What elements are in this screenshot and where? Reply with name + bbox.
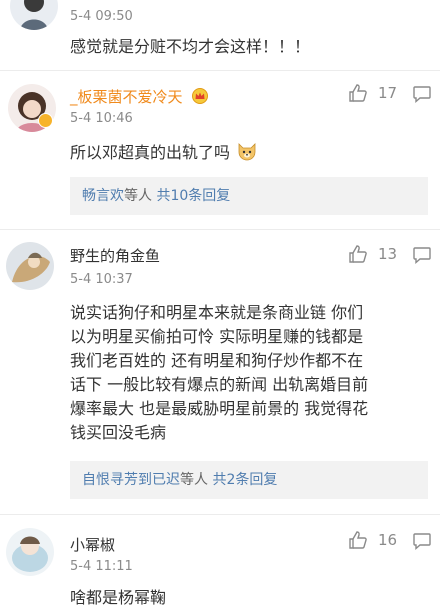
- thumbs-up-icon: [349, 245, 367, 263]
- comment-time: 5-4 11:11: [70, 559, 133, 574]
- comment-line: 我们老百姓的 还有明星和狗仔炒作都不在: [70, 351, 364, 370]
- like-count: 17: [378, 84, 398, 102]
- username[interactable]: 小幂椒: [70, 534, 115, 555]
- comment-button[interactable]: [412, 245, 432, 265]
- comment-text: 啥都是杨幂鞠: [70, 588, 167, 607]
- speech-bubble-icon: [413, 533, 431, 551]
- comment-text: 感觉就是分赃不均才会这样！！！: [70, 37, 311, 56]
- verified-badge-icon: [38, 113, 53, 128]
- reply-suffix: 等人: [180, 472, 213, 488]
- divider: [0, 70, 440, 71]
- comment-time: 5-4 10:46: [70, 111, 133, 126]
- reply-users[interactable]: 畅言欢: [82, 188, 124, 204]
- comment-button[interactable]: [412, 531, 432, 551]
- reply-summary[interactable]: 自恨寻芳到已迟等人 共2条回复: [70, 461, 428, 499]
- divider: [0, 229, 440, 230]
- comment-line: 以为明星买偷拍可怜 实际明星赚的钱都是: [70, 327, 364, 346]
- reply-summary[interactable]: 畅言欢等人 共10条回复: [70, 177, 428, 215]
- avatar[interactable]: [6, 242, 54, 290]
- speech-bubble-icon: [413, 247, 431, 265]
- comment-line: 爆率最大 也是最威胁明星前景的 我觉得花: [70, 399, 369, 418]
- avatar[interactable]: [6, 528, 54, 576]
- reply-count[interactable]: 共2条回复: [212, 472, 277, 488]
- like-count: 13: [378, 245, 398, 263]
- reply-suffix: 等人: [124, 188, 157, 204]
- reply-count[interactable]: 共10条回复: [156, 188, 230, 204]
- thumbs-up-icon: [349, 84, 367, 102]
- comment-text-body: 所以邓超真的出轨了吗: [70, 143, 231, 162]
- reply-users[interactable]: 自恨寻芳到已迟: [82, 472, 180, 488]
- username[interactable]: _板栗菌不爱冷天: [70, 86, 209, 108]
- comment-line: 话下 一般比较有爆点的新闻 出轨离婚目前: [70, 375, 369, 394]
- doge-emoji-icon: [237, 142, 257, 168]
- crown-icon: [191, 88, 209, 108]
- comment-time: 5-4 10:37: [70, 272, 133, 287]
- divider: [0, 514, 440, 515]
- username[interactable]: 野生的角金鱼: [70, 245, 160, 266]
- avatar[interactable]: [10, 0, 58, 30]
- comment-button[interactable]: [412, 84, 432, 104]
- username-text: _板栗菌不爱冷天: [70, 88, 183, 106]
- comment-text: 所以邓超真的出轨了吗: [70, 141, 257, 168]
- comment-line: 钱买回没毛病: [70, 423, 167, 442]
- comment-time: 5-4 09:50: [70, 9, 133, 24]
- thumbs-up-icon: [349, 531, 367, 549]
- like-button[interactable]: 13: [348, 244, 397, 264]
- comment-text: 说实话狗仔和明星本来就是条商业链 你们 以为明星买偷拍可怜 实际明星赚的钱都是 …: [70, 301, 368, 445]
- speech-bubble-icon: [413, 86, 431, 104]
- like-button[interactable]: 16: [348, 530, 397, 550]
- like-button[interactable]: 17: [348, 83, 397, 103]
- comment-line: 说实话狗仔和明星本来就是条商业链 你们: [70, 303, 364, 322]
- like-count: 16: [378, 531, 398, 549]
